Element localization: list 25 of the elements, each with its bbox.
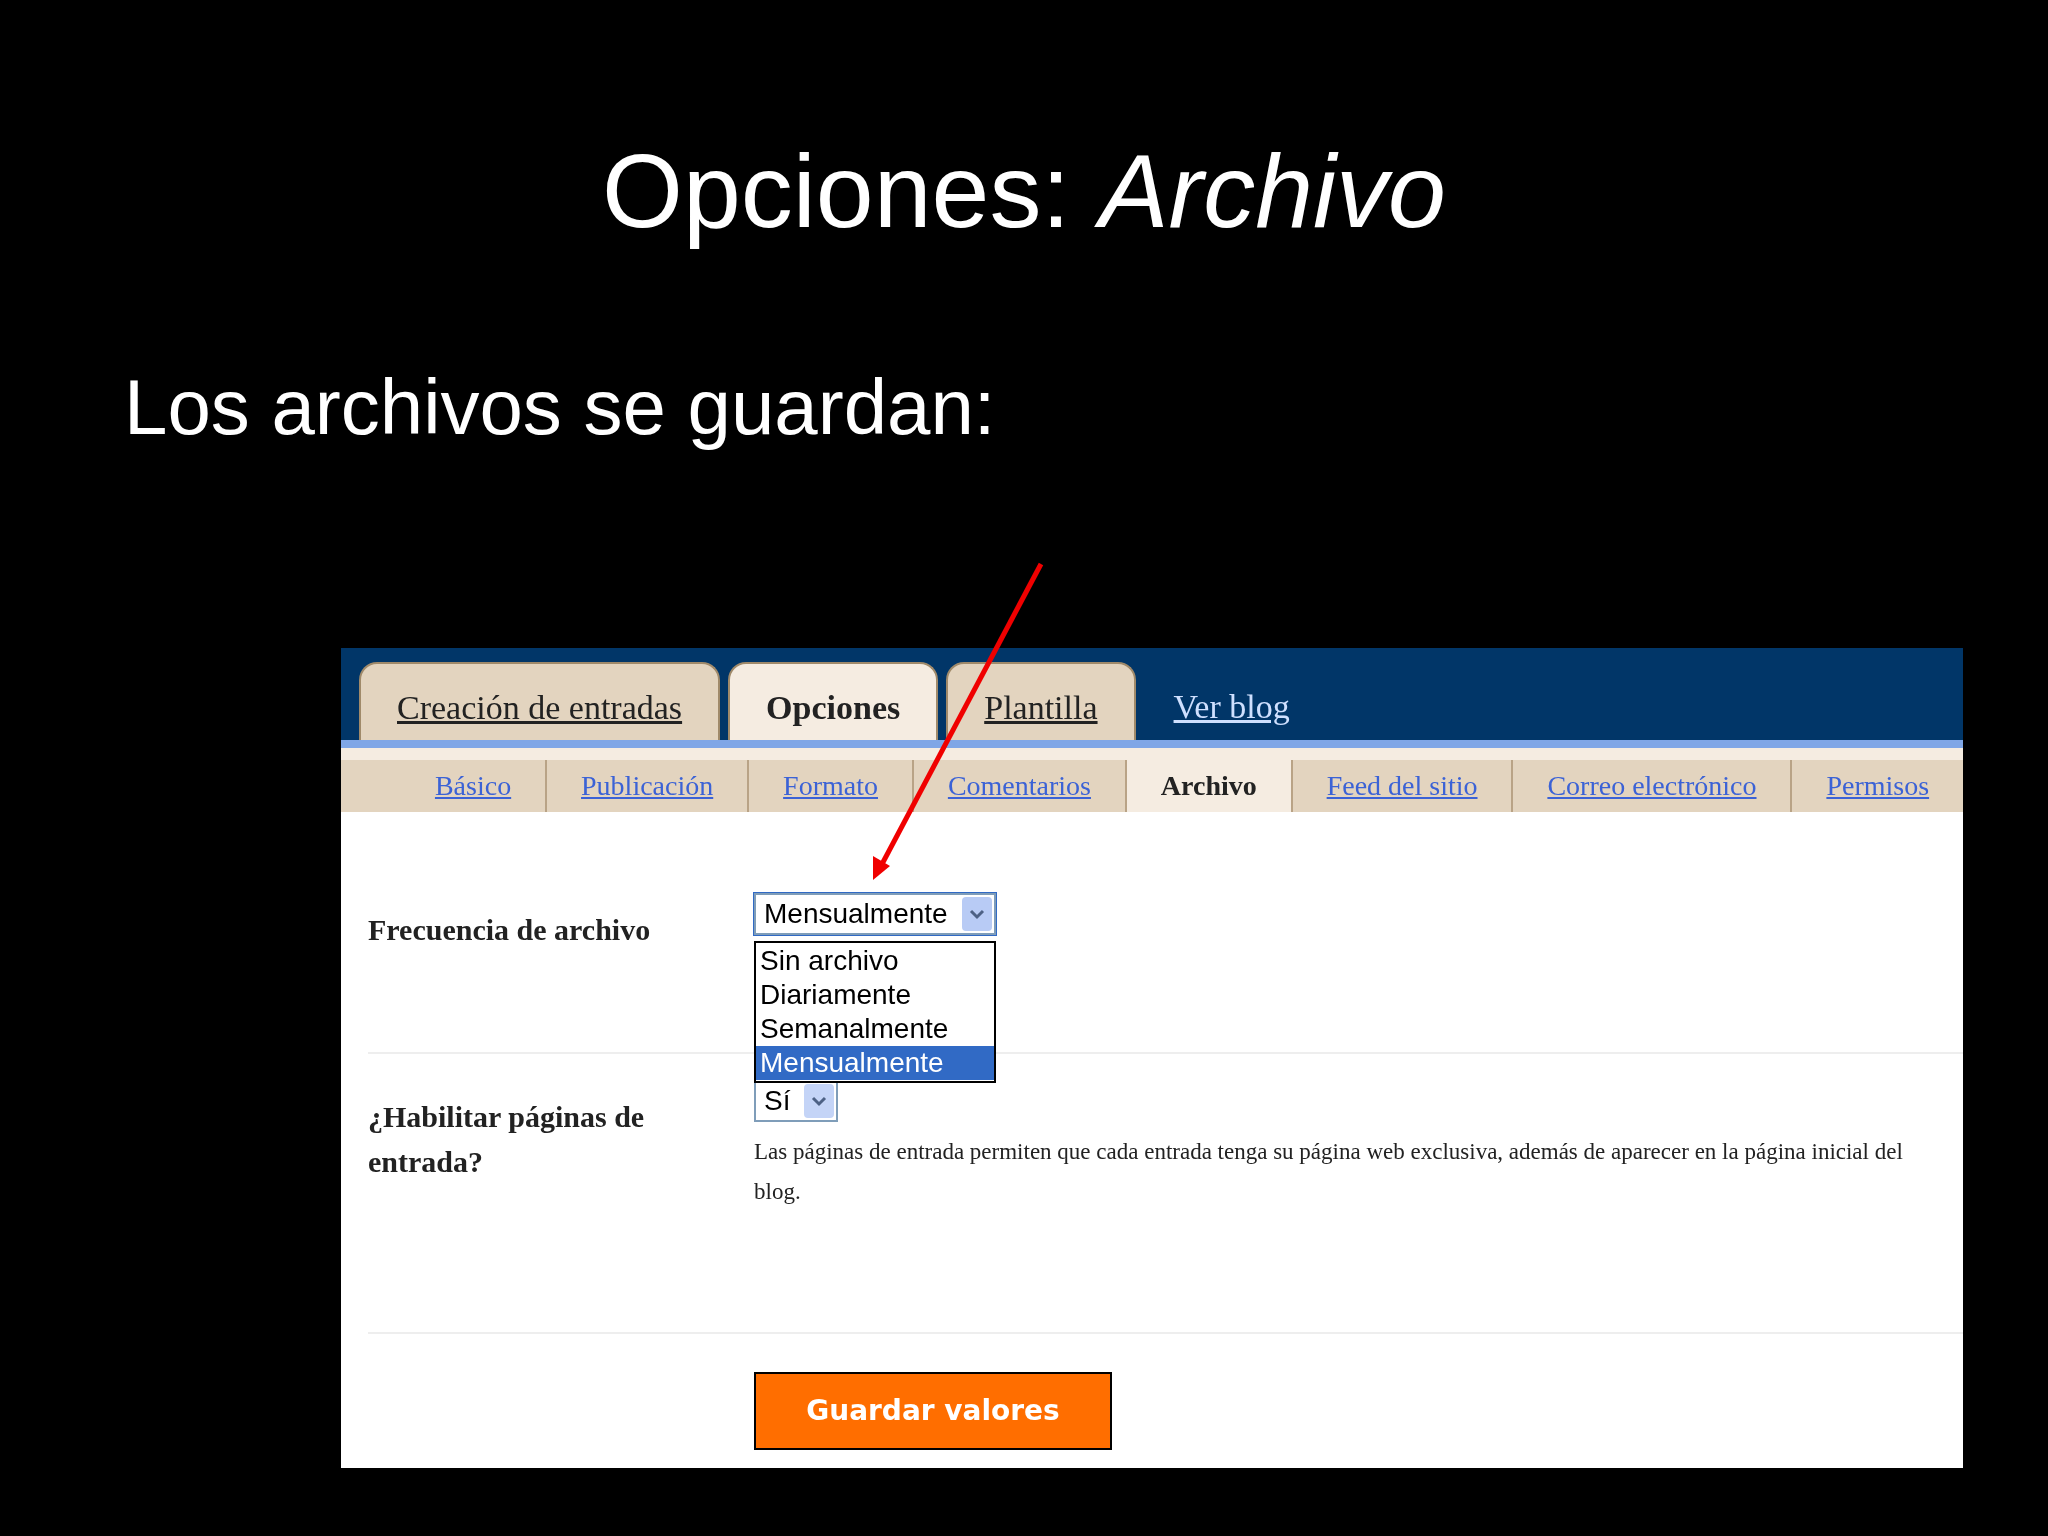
dropdown-option[interactable]: Sin archivo <box>756 944 994 978</box>
subtab[interactable]: Correo electrónico <box>1513 760 1793 812</box>
field-label: Frecuencia de archivo <box>368 912 652 948</box>
chevron-down-icon <box>811 1095 828 1107</box>
dropdown[interactable]: Mensualmente <box>754 893 996 935</box>
dropdown-option[interactable]: Diariamente <box>756 978 994 1012</box>
subtab[interactable]: Básico <box>341 760 548 812</box>
subtab[interactable]: Formato <box>749 760 914 812</box>
field-label: ¿Habilitar páginas de entrada? <box>368 1099 646 1180</box>
link[interactable]: Ver blog <box>1173 662 1290 740</box>
subtab[interactable]: Permisos <box>1792 760 1963 812</box>
dropdown-option[interactable]: Semanalmente <box>756 1012 994 1046</box>
tab[interactable]: Opciones <box>728 662 939 740</box>
tab[interactable]: Plantilla <box>946 662 1136 740</box>
slide-title: Opciones: Archivo <box>602 132 1446 251</box>
chevron-down-icon <box>968 908 985 920</box>
dropdown-value: Mensualmente <box>764 897 948 931</box>
subtab[interactable]: Archivo <box>1126 760 1293 812</box>
tab[interactable]: Creación de entradas <box>359 662 721 740</box>
dropdown-value: Sí <box>764 1084 791 1118</box>
field-description: Las páginas de entrada permiten que cada entrada tenga su página web exclusiva, además de aparecer en la página inicial del blog. <box>754 1138 1904 1206</box>
subtab[interactable]: Publicación <box>547 760 750 812</box>
subtab[interactable]: Feed del sitio <box>1292 760 1514 812</box>
dropdown-option[interactable]: Mensualmente <box>756 1046 994 1080</box>
dropdown[interactable]: Sí <box>754 1080 839 1122</box>
